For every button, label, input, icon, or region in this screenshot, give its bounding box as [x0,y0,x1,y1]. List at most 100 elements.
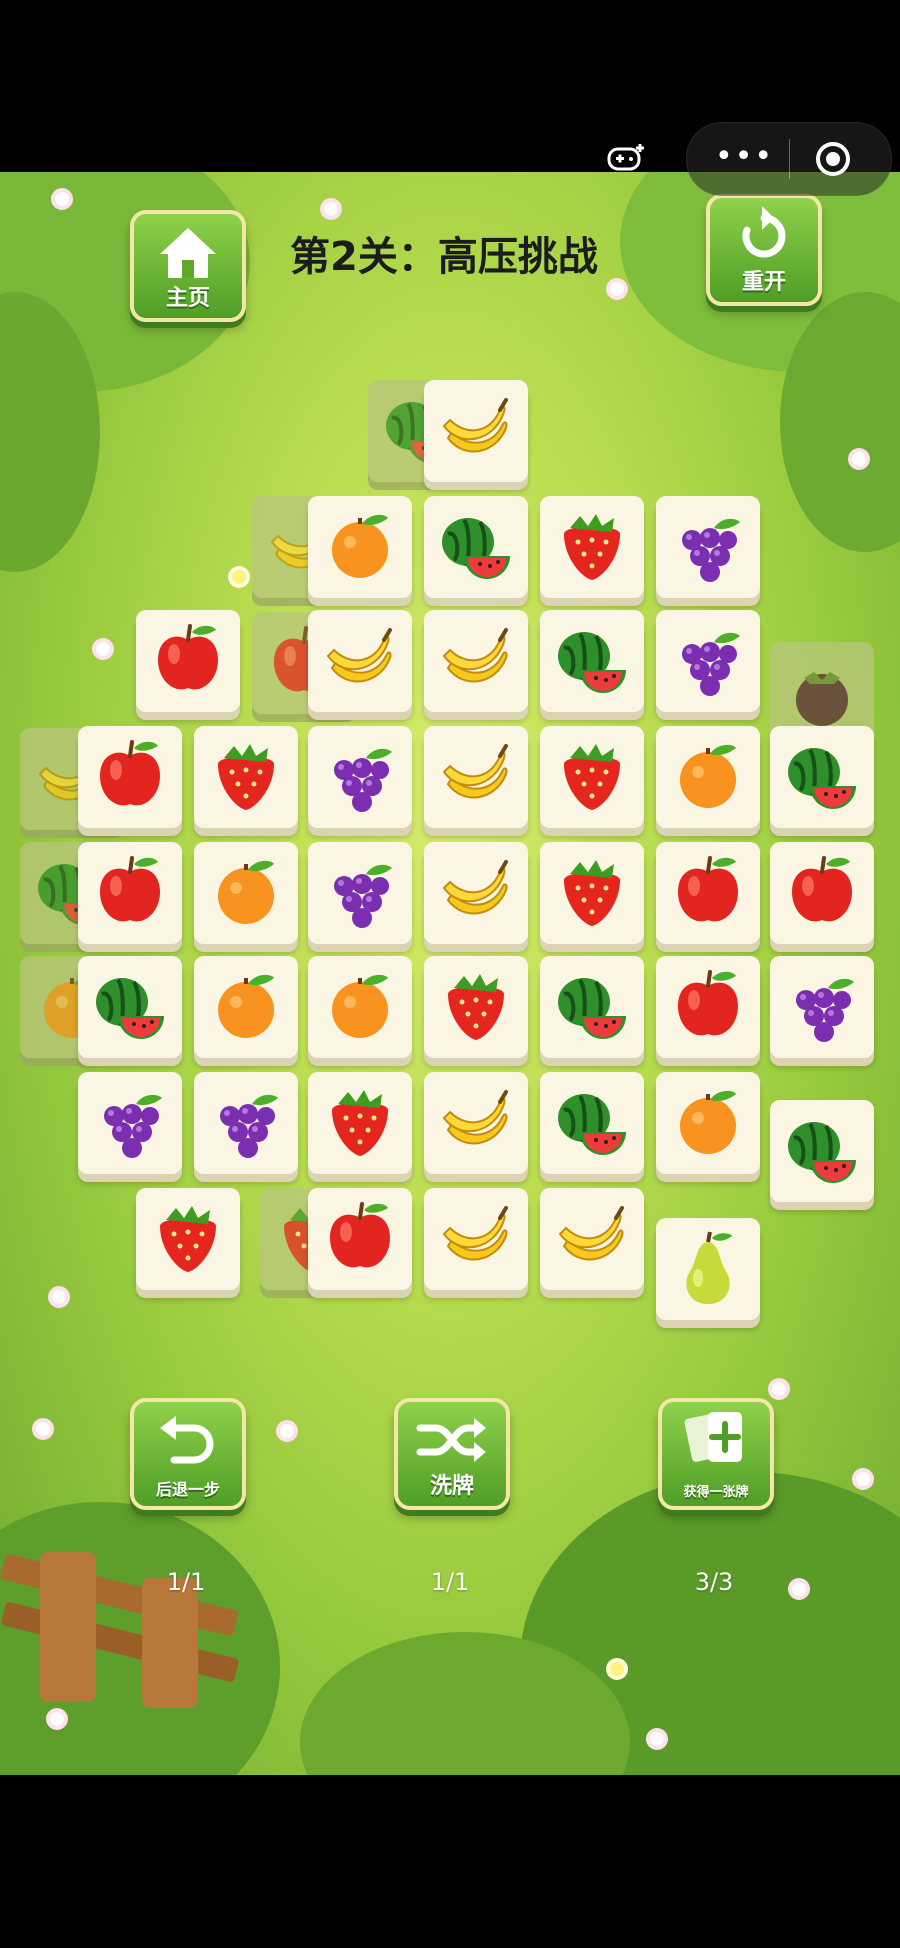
capsule-divider [789,139,790,179]
decor-flower [52,1290,66,1304]
fruit-tile[interactable] [540,726,644,828]
fruit-tile[interactable] [656,956,760,1058]
undo-label: 后退一步 [155,1480,220,1499]
watermelon-icon [788,1122,856,1183]
fruit-tile[interactable] [770,1100,874,1202]
fruit-tile[interactable] [424,496,528,598]
fruit-tile[interactable] [308,610,412,712]
fruit-tile[interactable] [540,496,644,598]
fruit-tile[interactable] [540,1188,644,1290]
fruit-tile[interactable] [424,1072,528,1174]
fruit-tile[interactable] [78,726,182,828]
fruit-tile[interactable] [424,610,528,712]
shuffle-button[interactable]: 洗牌 [394,1398,510,1510]
fruit-tile[interactable] [656,726,760,828]
apple-icon [158,624,218,690]
shuffle-label: 洗牌 [429,1474,474,1499]
strawberry-icon [564,514,620,580]
fruit-tile[interactable] [540,842,644,944]
more-icon[interactable]: ••• [715,142,774,172]
fruit-tile[interactable] [136,1188,240,1290]
fruit-tile[interactable] [770,956,874,1058]
gamepad-icon[interactable] [606,140,648,174]
fruit-tile[interactable] [656,610,760,712]
orange-icon [680,1090,736,1154]
banana-icon [442,398,508,453]
fruit-tile[interactable] [308,1188,412,1290]
apple-icon [100,740,160,806]
fruit-tile[interactable] [308,956,412,1058]
decor-flower [852,452,866,466]
fruit-tile[interactable] [424,726,528,828]
fruit-tile[interactable] [770,726,874,828]
fruit-tile[interactable] [308,842,412,944]
undo-button[interactable]: 后退一步 [130,1398,246,1510]
decor-flower [50,1712,64,1726]
fruit-tile[interactable] [194,956,298,1058]
home-button[interactable]: 主页 [130,210,246,322]
fruit-tile[interactable] [656,496,760,598]
restart-button[interactable]: 重开 [706,194,822,306]
fruit-tile[interactable] [656,1072,760,1174]
fruit-tile[interactable] [194,726,298,828]
add-card-icon [684,1412,742,1462]
fruit-tile[interactable] [540,956,644,1058]
strawberry-icon [218,744,274,810]
strawberry-icon [564,744,620,810]
fruit-tile[interactable] [78,842,182,944]
apple-icon [330,1202,390,1268]
fruit-tile[interactable] [194,1072,298,1174]
watermelon-icon [788,748,856,809]
strawberry-icon [564,860,620,926]
fruit-tile[interactable] [656,842,760,944]
banana-icon [442,1090,508,1145]
decor-flower [610,282,624,296]
apple-icon [678,856,738,922]
home-label: 主页 [165,286,210,311]
strawberry-icon [332,1090,388,1156]
fruit-tile[interactable] [540,610,644,712]
restart-icon [742,206,786,258]
decor-flower [650,1732,664,1746]
home-icon [160,228,216,278]
fruit-tile[interactable] [308,496,412,598]
grape-icon [334,864,392,928]
shuffle-icon [416,1418,486,1462]
orange-icon [332,974,388,1038]
fruit-tile[interactable] [540,1072,644,1174]
close-icon[interactable] [815,141,851,177]
grape-icon [104,1094,162,1158]
fruit-tile[interactable] [308,1072,412,1174]
orange-icon [680,744,736,808]
fruit-tile[interactable] [424,380,528,482]
fruit-tile[interactable] [770,842,874,944]
fruit-tile[interactable] [308,726,412,828]
fruit-tile[interactable] [78,1072,182,1174]
decor-flower [55,192,69,206]
decor-flower [324,202,338,216]
watermelon-icon [96,978,164,1039]
shuffle-count: 1/1 [430,1568,470,1596]
decor-flower [792,1582,806,1596]
fruit-tile[interactable] [136,610,240,712]
grape-icon [682,632,740,696]
watermelon-icon [558,632,626,693]
banana-icon [558,1206,624,1261]
banana-icon [326,628,392,683]
fruit-tile[interactable] [424,842,528,944]
fruit-tile[interactable] [424,1188,528,1290]
level-title: 第2关：高压挑战 [290,234,598,280]
orange-icon [218,860,274,924]
fruit-tile[interactable] [78,956,182,1058]
add-card-label: 获得一张牌 [683,1485,749,1500]
watermelon-icon [558,978,626,1039]
banana-icon [442,628,508,683]
decor-flower [856,1472,870,1486]
decor-flower [772,1382,786,1396]
fruit-tile[interactable] [424,956,528,1058]
fruit-tile[interactable] [656,1218,760,1320]
fruit-tile[interactable] [194,842,298,944]
add-card-button[interactable]: 获得一张牌 [658,1398,774,1510]
orange-icon [332,514,388,578]
decor-flower [610,1662,624,1676]
